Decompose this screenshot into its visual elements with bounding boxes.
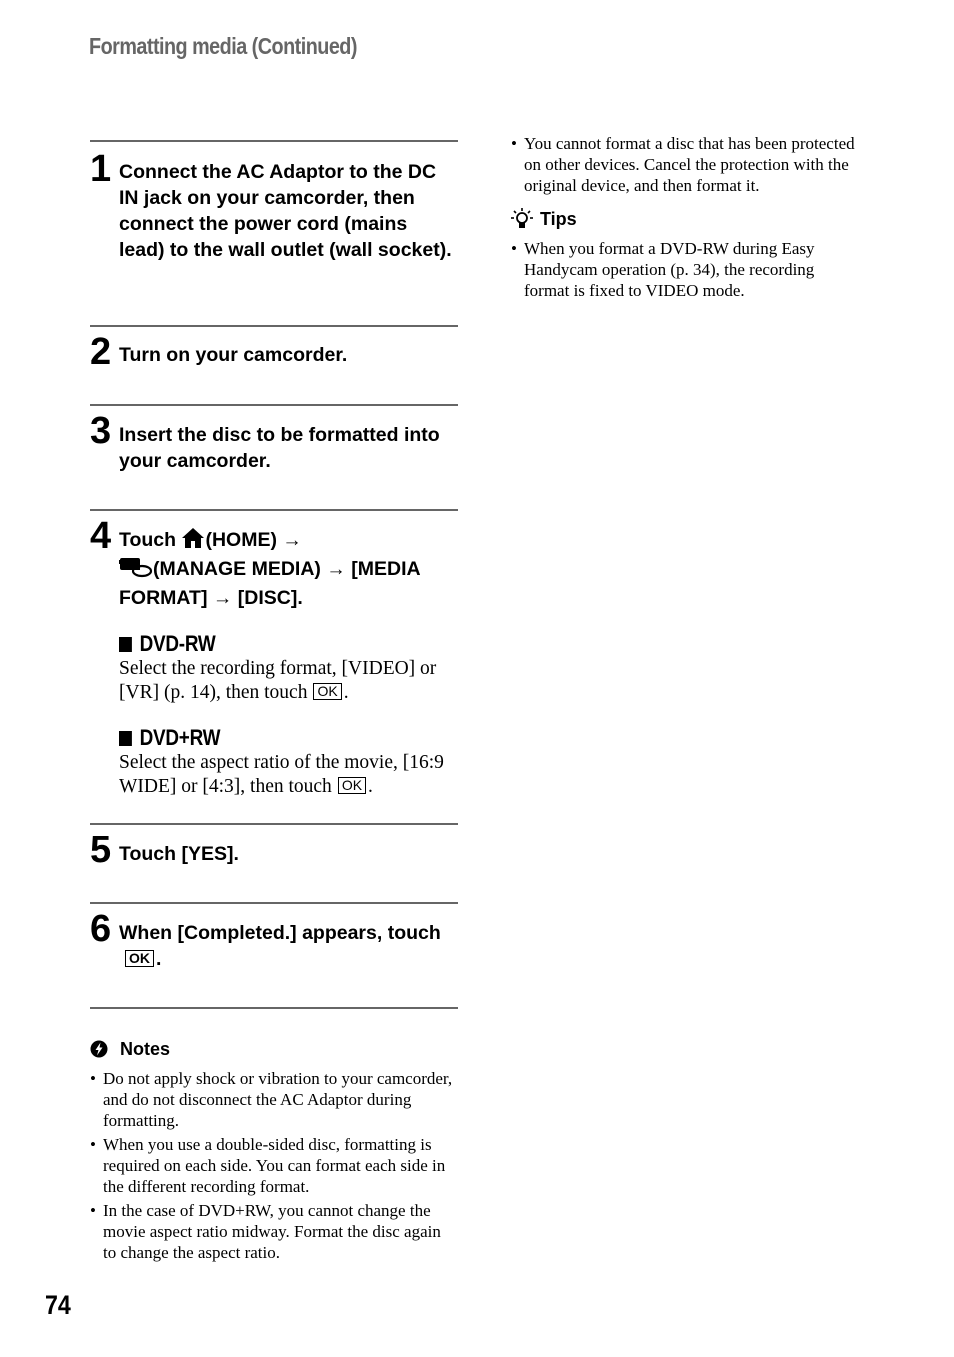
tips-list: When you format a DVD-RW during Easy Han… xyxy=(511,238,856,301)
page-section-title: Formatting media (Continued) xyxy=(89,33,357,59)
tips-heading: Tips xyxy=(511,208,856,230)
disc-label: [DISC]. xyxy=(237,587,303,609)
right-column: You cannot format a disc that has been p… xyxy=(511,133,856,304)
subsection-body: Select the aspect ratio of the movie, [1… xyxy=(119,752,444,797)
step-number: 4 xyxy=(90,515,112,557)
tip-item: When you format a DVD-RW during Easy Han… xyxy=(511,238,856,301)
ok-button[interactable]: OK xyxy=(313,683,342,700)
step-1: 1 Connect the AC Adaptor to the DC IN ja… xyxy=(90,140,458,325)
notes-section: Notes Do not apply shock or vibration to… xyxy=(90,1039,458,1263)
home-icon xyxy=(181,527,205,556)
note-item: When you use a double-sided disc, format… xyxy=(90,1134,458,1197)
arrow: → xyxy=(326,558,346,580)
step-number: 3 xyxy=(90,410,112,452)
page-number: 74 xyxy=(45,1290,71,1320)
note-item: You cannot format a disc that has been p… xyxy=(511,133,856,196)
subsection-title: DVD+RW xyxy=(119,725,411,751)
notes-icon xyxy=(90,1040,110,1060)
step-number: 6 xyxy=(90,908,112,950)
subsection-title: DVD-RW xyxy=(119,631,411,657)
step-3: 3 Insert the disc to be formatted into y… xyxy=(90,404,458,509)
arrow: → xyxy=(212,587,233,609)
step-text: Insert the disc to be formatted into you… xyxy=(119,424,440,472)
step-6: 6 When [Completed.] appears, touchOK. xyxy=(90,902,458,1007)
notes-list: Do not apply shock or vibration to your … xyxy=(90,1068,458,1263)
steps-column: 1 Connect the AC Adaptor to the DC IN ja… xyxy=(90,140,458,1266)
manage-media-label: (MANAGE MEDIA) xyxy=(153,558,321,580)
step-5: 5 Touch [YES]. xyxy=(90,823,458,902)
step-4: 4 Touch (HOME) → (MANAGE MEDIA) → [MEDIA… xyxy=(90,509,458,823)
step-number: 1 xyxy=(90,148,112,190)
subsection-body: Select the recording format, [VIDEO] or … xyxy=(119,658,437,703)
subsection-dvd-plus-rw: DVD+RW Select the aspect ratio of the mo… xyxy=(90,725,458,799)
notes-heading: Notes xyxy=(90,1039,458,1060)
step-text: Touch [YES]. xyxy=(119,843,239,865)
step-number: 5 xyxy=(90,829,112,871)
step-2: 2 Turn on your camcorder. xyxy=(90,325,458,404)
ok-button[interactable]: OK xyxy=(125,950,154,967)
arrow: → xyxy=(282,529,302,551)
step-text: Touch (HOME) → (MANAGE MEDIA) → [MEDIA F… xyxy=(119,511,458,611)
step-text: Connect the AC Adaptor to the DC IN jack… xyxy=(119,161,452,261)
divider xyxy=(90,1007,458,1009)
home-label: (HOME) xyxy=(205,529,277,551)
subsection-dvd-rw: DVD-RW Select the recording format, [VID… xyxy=(90,631,458,705)
square-bullet-icon xyxy=(119,636,132,652)
manage-media-icon xyxy=(119,556,153,585)
tips-section: Tips When you format a DVD-RW during Eas… xyxy=(511,208,856,301)
step-text: Turn on your camcorder. xyxy=(119,344,348,366)
lightbulb-icon xyxy=(511,208,533,230)
touch-label: Touch xyxy=(119,529,177,551)
square-bullet-icon xyxy=(119,730,132,746)
step-number: 2 xyxy=(90,331,112,373)
notes-list-continued: You cannot format a disc that has been p… xyxy=(511,133,856,196)
note-item: In the case of DVD+RW, you cannot change… xyxy=(90,1200,458,1263)
step-text: When [Completed.] appears, touchOK. xyxy=(119,922,441,970)
note-item: Do not apply shock or vibration to your … xyxy=(90,1068,458,1131)
ok-button[interactable]: OK xyxy=(337,777,367,794)
